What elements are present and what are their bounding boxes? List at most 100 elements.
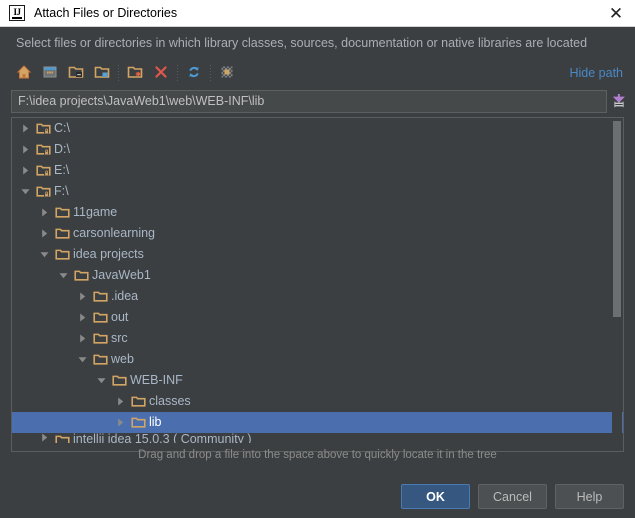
tree-row-label: web: [111, 352, 134, 367]
toolbar-separator-2: [177, 64, 178, 82]
folder-icon: [53, 433, 71, 443]
tree-row-label: src: [111, 331, 128, 346]
hidden-files-icon: [219, 64, 235, 83]
desktop-directory-button[interactable]: [37, 61, 63, 85]
home-icon: [16, 64, 32, 83]
tree-row-label: JavaWeb1: [92, 268, 151, 283]
folder-module-icon: [94, 64, 110, 83]
tree-row-label: WEB-INF: [130, 373, 183, 388]
drive-folder-icon: [34, 163, 52, 178]
refresh-button[interactable]: [181, 61, 207, 85]
project-directory-button[interactable]: [63, 61, 89, 85]
tree-row[interactable]: carsonlearning: [12, 223, 623, 244]
tree-row[interactable]: D:\: [12, 139, 623, 160]
tree-row[interactable]: out: [12, 307, 623, 328]
folder-icon: [91, 331, 109, 346]
chevron-down-icon[interactable]: [73, 355, 91, 364]
drive-folder-icon: [34, 184, 52, 199]
tree-row[interactable]: 11game: [12, 202, 623, 223]
drop-down-history-icon[interactable]: [610, 90, 628, 113]
tree-row-label: D:\: [54, 142, 70, 157]
tree-row[interactable]: .idea: [12, 286, 623, 307]
tree-row-label: F:\: [54, 184, 69, 199]
tree-row[interactable]: C:\: [12, 118, 623, 139]
toolbar: Hide path: [0, 58, 635, 88]
new-folder-button[interactable]: [122, 61, 148, 85]
tree-row[interactable]: idea projects: [12, 244, 623, 265]
help-button[interactable]: Help: [555, 484, 624, 509]
cancel-button[interactable]: Cancel: [478, 484, 547, 509]
tree-row-label: 11game: [73, 205, 118, 220]
tree-row[interactable]: web: [12, 349, 623, 370]
hide-path-link[interactable]: Hide path: [569, 66, 623, 80]
chevron-right-icon[interactable]: [73, 334, 91, 343]
folder-icon: [53, 247, 71, 262]
tree-row[interactable]: src: [12, 328, 623, 349]
dialog-description: Select files or directories in which lib…: [0, 27, 635, 58]
chevron-right-icon[interactable]: [111, 418, 129, 427]
chevron-right-icon[interactable]: [35, 229, 53, 238]
chevron-right-icon[interactable]: [73, 292, 91, 301]
folder-icon: [110, 373, 128, 388]
chevron-right-icon[interactable]: [16, 166, 34, 175]
folder-icon: [129, 415, 147, 430]
ok-button[interactable]: OK: [401, 484, 470, 509]
desktop-icon: [42, 64, 58, 83]
path-input[interactable]: [11, 89, 607, 113]
close-icon[interactable]: ✕: [605, 2, 627, 24]
folder-icon: [129, 394, 147, 409]
tree-row[interactable]: classes: [12, 391, 623, 412]
tree-vertical-scrollbar-thumb[interactable]: [613, 121, 621, 317]
tree-row-label: out: [111, 310, 129, 325]
tree-row-label: E:\: [54, 163, 70, 178]
chevron-down-icon[interactable]: [35, 250, 53, 259]
tree-row-label: lib: [149, 415, 162, 430]
tree-row-label: .idea: [111, 289, 139, 304]
delete-x-icon: [153, 64, 169, 83]
drive-folder-icon: [34, 121, 52, 136]
intellij-idea-logo-icon: IJ: [9, 5, 25, 21]
chevron-down-icon[interactable]: [54, 271, 72, 280]
folder-new-icon: [127, 64, 143, 83]
folder-icon: [53, 205, 71, 220]
tree-row[interactable]: lib: [12, 412, 623, 433]
chevron-right-icon[interactable]: [73, 313, 91, 322]
drive-folder-icon: [34, 142, 52, 157]
folder-icon: [91, 289, 109, 304]
tree-row[interactable]: JavaWeb1: [12, 265, 623, 286]
chevron-right-icon[interactable]: [16, 124, 34, 133]
folder-icon: [72, 268, 90, 283]
chevron-right-icon[interactable]: [35, 208, 53, 217]
chevron-down-icon[interactable]: [16, 187, 34, 196]
delete-button[interactable]: [148, 61, 174, 85]
chevron-down-icon[interactable]: [92, 376, 110, 385]
chevron-right-icon[interactable]: [35, 433, 53, 442]
file-tree-panel[interactable]: C:\ D:\ E:\ F:\ 11game carsonlearning idea pro…: [11, 117, 624, 452]
drag-drop-hint: Drag and drop a file into the space abov…: [138, 449, 497, 461]
toolbar-separator-3: [210, 64, 211, 82]
tree-row-label: classes: [149, 394, 191, 409]
tree-row-label: C:\: [54, 121, 70, 136]
path-row: [0, 88, 635, 114]
dialog-button-bar: OK Cancel Help: [401, 484, 624, 509]
home-directory-button[interactable]: [11, 61, 37, 85]
tree-row[interactable]: E:\: [12, 160, 623, 181]
chevron-right-icon[interactable]: [16, 145, 34, 154]
tree-row[interactable]: WEB-INF: [12, 370, 623, 391]
chevron-right-icon[interactable]: [111, 397, 129, 406]
file-tree[interactable]: C:\ D:\ E:\ F:\ 11game carsonlearning idea pro…: [12, 118, 623, 451]
tree-row-label: idea projects: [73, 247, 144, 262]
folder-project-icon: [68, 64, 84, 83]
folder-icon: [91, 352, 109, 367]
show-hidden-files-button[interactable]: [214, 61, 240, 85]
tree-row[interactable]: F:\: [12, 181, 623, 202]
tree-vertical-scrollbar[interactable]: [612, 119, 622, 450]
folder-icon: [91, 310, 109, 325]
tree-row[interactable]: intellij idea 15.0.3 ( Community ): [12, 433, 623, 443]
folder-icon: [53, 226, 71, 241]
tree-row-label: intellij idea 15.0.3 ( Community ): [73, 433, 252, 443]
toolbar-separator-1: [118, 64, 119, 82]
module-directory-button[interactable]: [89, 61, 115, 85]
window-title: Attach Files or Directories: [34, 6, 178, 20]
refresh-icon: [186, 64, 202, 83]
